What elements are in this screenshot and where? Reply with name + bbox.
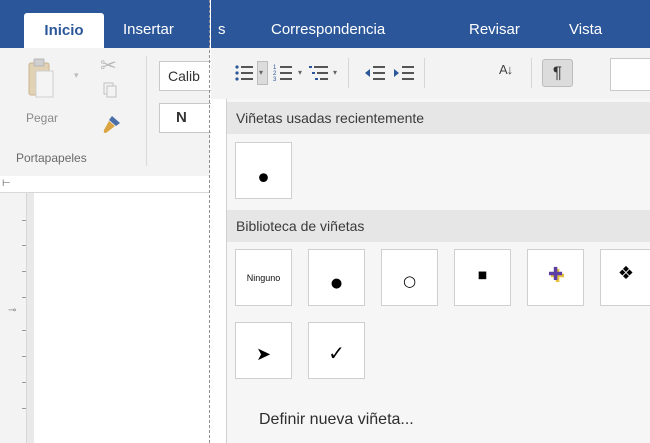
ribbon-tab-bar-right: s Correspondencia Revisar Vista: [211, 0, 650, 48]
tab-fragment[interactable]: s: [218, 12, 226, 48]
ribbon-tab-bar: Inicio Insertar: [0, 0, 210, 48]
show-formatting-button[interactable]: ¶: [542, 59, 573, 87]
ruler-tick: [22, 330, 26, 331]
bullet-filled-circle[interactable]: ●: [308, 249, 365, 306]
bullet-diamonds[interactable]: ❖: [600, 249, 650, 306]
document-page[interactable]: [34, 193, 210, 443]
bullet-glyph: ○: [402, 271, 417, 290]
copy-icon[interactable]: [103, 82, 117, 98]
bullet-none-label: Ninguno: [246, 272, 281, 283]
ruler-tick: [22, 297, 26, 298]
multilevel-list-icon[interactable]: [309, 63, 329, 83]
paste-icon[interactable]: [27, 57, 55, 101]
styles-gallery[interactable]: [610, 58, 650, 91]
bullet-arrowhead[interactable]: ➤: [235, 322, 292, 379]
bullet-library-dropdown: Viñetas usadas recientemente • Bibliotec…: [226, 99, 650, 443]
ruler-tick: [22, 271, 26, 272]
toolbar-divider: [424, 58, 425, 88]
recent-bullet-dot[interactable]: •: [235, 142, 292, 199]
sort-icon[interactable]: A↓: [499, 62, 513, 77]
increase-indent-icon[interactable]: [393, 63, 415, 83]
bullet-glyph: ✚: [547, 264, 564, 285]
ribbon-home-panel: ▾ ✂ Pegar Portapapeles Calib N: [0, 48, 211, 177]
multilevel-dropdown-arrow-icon[interactable]: ▾: [333, 63, 337, 83]
bold-button[interactable]: N: [159, 103, 211, 133]
ruler-tick: [22, 245, 26, 246]
bullet-glyph: •: [254, 162, 273, 197]
bullet-glyph: ➤: [255, 344, 272, 365]
bullet-none[interactable]: Ninguno: [235, 249, 292, 306]
svg-text:3: 3: [273, 77, 277, 83]
bullet-glyph: ❖: [617, 263, 635, 284]
bullets-dropdown-arrow-icon[interactable]: ▾: [259, 63, 263, 83]
recent-bullets-header: Viñetas usadas recientemente: [227, 102, 650, 134]
tab-revisar[interactable]: Revisar: [469, 12, 520, 48]
toolbar-divider: [348, 58, 349, 88]
bullet-checkmark[interactable]: ✓: [308, 322, 365, 379]
bullet-square[interactable]: ■: [454, 249, 511, 306]
bullet-library-header: Biblioteca de viñetas: [227, 210, 650, 242]
vertical-ruler: [0, 193, 27, 443]
bullet-colored-cross[interactable]: ✚: [527, 249, 584, 306]
bullet-hollow-circle[interactable]: ○: [381, 249, 438, 306]
numbering-icon[interactable]: 1 2 3: [273, 63, 293, 83]
format-painter-icon[interactable]: [100, 114, 122, 136]
toolbar-divider: [531, 58, 532, 88]
ruler-tick: [22, 356, 26, 357]
ruler-tick: [22, 408, 26, 409]
bullet-glyph: ■: [477, 270, 488, 281]
bullet-glyph: ●: [330, 276, 343, 291]
clipboard-group-label: Portapapeles: [16, 151, 87, 165]
paste-label: Pegar: [26, 111, 59, 125]
decrease-indent-icon[interactable]: [364, 63, 386, 83]
ruler-tick: [22, 220, 26, 221]
bullet-glyph: ✓: [328, 340, 345, 365]
indent-marker-icon[interactable]: ⊸: [8, 305, 16, 316]
split-divider: [209, 0, 210, 443]
cut-icon[interactable]: ✂: [100, 53, 117, 78]
horizontal-ruler: [0, 176, 210, 193]
tab-insertar[interactable]: Insertar: [113, 12, 207, 48]
bullets-icon[interactable]: [234, 63, 254, 83]
ruler-tick: [22, 382, 26, 383]
group-divider: [146, 56, 147, 166]
define-new-bullet-link[interactable]: Definir nueva viñeta...: [259, 411, 414, 429]
numbering-dropdown-arrow-icon[interactable]: ▾: [298, 63, 302, 83]
tab-inicio[interactable]: Inicio: [24, 13, 104, 48]
paragraph-toolbar: ▾ 1 2 3 ▾ ▾ A↓ ¶: [211, 48, 650, 99]
font-name-combo[interactable]: Calib: [159, 61, 211, 91]
tab-correspondencia[interactable]: Correspondencia: [271, 12, 385, 48]
tab-vista[interactable]: Vista: [569, 12, 602, 48]
paste-dropdown-arrow-icon[interactable]: ▾: [74, 70, 79, 81]
tab-stop-marker-icon[interactable]: ⊢: [2, 178, 11, 189]
